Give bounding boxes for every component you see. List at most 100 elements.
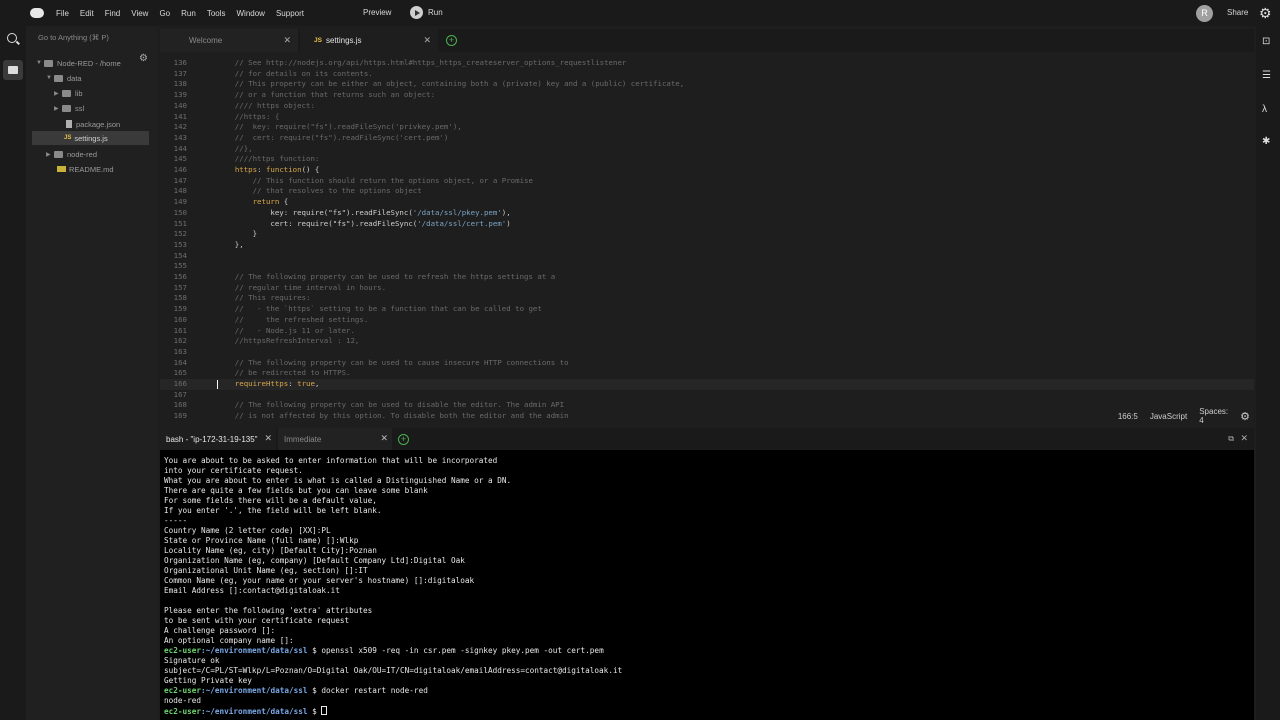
line-number: 144 <box>173 143 187 153</box>
prompt-user: ec2-user <box>164 707 202 716</box>
maximize-icon[interactable]: ⧉ <box>1228 434 1234 444</box>
terminal-output[interactable]: You are about to be asked to enter infor… <box>160 450 1254 720</box>
tab-bash[interactable]: bash - "ip-172-31-19-135" ✕ <box>160 428 276 450</box>
tree-item-readme[interactable]: README.md <box>57 162 114 176</box>
close-icon[interactable]: ✕ <box>264 433 272 444</box>
tree-item-settings-js[interactable]: JS settings.js <box>32 131 149 145</box>
preview-button[interactable]: Preview <box>363 8 391 17</box>
prompt-path: :~/environment/data/ssl <box>201 686 308 695</box>
new-terminal-plus-icon[interactable]: + <box>398 433 409 445</box>
close-icon[interactable]: ✕ <box>380 433 388 444</box>
code-text: // This property can be either an object… <box>217 79 685 89</box>
tree-item-node-red[interactable]: ▶ node-red <box>46 147 97 161</box>
code-text: // - Node.js 11 or later. <box>217 325 355 335</box>
folder-icon <box>44 59 53 67</box>
chevron-down-icon[interactable]: ▼ <box>46 75 54 81</box>
code-text: // that resolves to the options object <box>217 186 422 196</box>
tree-item-data[interactable]: ▼ data <box>46 71 82 85</box>
prompt-path: :~/environment/data/ssl <box>201 707 308 716</box>
terminal-output-line: Organizational Unit Name (eg, section) [… <box>164 566 368 575</box>
tree-label: package.json <box>76 119 121 129</box>
avatar[interactable]: R <box>1196 5 1213 22</box>
line-number: 147 <box>173 175 187 185</box>
line-number: 155 <box>173 261 187 271</box>
code-text: //}, <box>217 143 253 153</box>
line-number: 138 <box>173 79 187 89</box>
new-tab-plus-icon[interactable]: + <box>446 35 457 46</box>
run-button[interactable]: Run <box>410 6 443 19</box>
cursor-position[interactable]: 166:5 <box>1118 412 1138 421</box>
chevron-right-icon[interactable]: ▶ <box>54 90 62 97</box>
menu-go[interactable]: Go <box>159 9 170 18</box>
line-number: 168 <box>173 400 187 410</box>
settings-gear-icon[interactable]: ⚙ <box>1259 5 1272 22</box>
tree-label: Node-RED - /home <box>57 58 121 68</box>
goto-anything-input[interactable]: Go to Anything (⌘ P) <box>38 33 109 42</box>
close-icon[interactable]: ✕ <box>283 35 291 46</box>
editor-gear-icon[interactable]: ⚙ <box>1240 410 1250 423</box>
tree-item-node-red-root[interactable]: ▼ Node-RED - /home <box>36 56 121 70</box>
terminal-output-line: Common Name (eg, your name or your serve… <box>164 576 475 585</box>
left-rail <box>0 26 26 720</box>
cloud9-logo-icon[interactable] <box>30 8 44 18</box>
language-mode[interactable]: JavaScript <box>1150 412 1187 421</box>
text-cursor <box>217 380 218 389</box>
line-number: 150 <box>173 207 187 217</box>
chevron-right-icon[interactable]: ▶ <box>46 151 54 158</box>
menu-support[interactable]: Support <box>276 9 304 18</box>
terminal-output-line: For some fields there will be a default … <box>164 496 377 505</box>
line-number: 148 <box>173 186 187 196</box>
menu-run[interactable]: Run <box>181 9 196 18</box>
code-text: // be redirected to HTTPS. <box>217 368 351 378</box>
tree-label: lib <box>75 88 83 98</box>
menu-window[interactable]: Window <box>237 9 265 18</box>
tab-label: Immediate <box>284 434 322 444</box>
share-button[interactable]: Share <box>1227 8 1248 17</box>
debugger-icon[interactable]: ✱ <box>1262 136 1270 147</box>
tab-settings-js[interactable]: JS settings.js ✕ <box>300 29 438 52</box>
prompt-user: ec2-user <box>164 686 202 695</box>
environment-folder-icon[interactable] <box>3 60 23 80</box>
tab-immediate[interactable]: Immediate ✕ <box>278 428 392 450</box>
prompt-user: ec2-user <box>164 646 202 655</box>
tab-welcome[interactable]: Welcome ✕ <box>160 29 298 52</box>
outline-icon[interactable]: ☰ <box>1262 70 1271 81</box>
line-number: 149 <box>173 197 187 207</box>
terminal-output-line: ----- <box>164 516 188 525</box>
line-number: 141 <box>173 111 187 121</box>
editor-status-bar: 166:5 JavaScript Spaces: 4 ⚙ <box>1118 407 1250 425</box>
menu-view[interactable]: View <box>131 9 148 18</box>
menu-edit[interactable]: Edit <box>80 9 94 18</box>
terminal-output-line: There are quite a few fields but you can… <box>164 486 428 495</box>
line-number: 154 <box>173 250 187 260</box>
collaborate-icon[interactable]: ⊡ <box>1262 36 1270 47</box>
code-editor[interactable]: 166:5 JavaScript Spaces: 4 ⚙ 136 // See … <box>160 56 1254 425</box>
terminal-output-line: Please enter the following 'extra' attri… <box>164 606 373 615</box>
tree-settings-gear-icon[interactable]: ⚙ <box>139 53 148 64</box>
indent-setting[interactable]: Spaces: 4 <box>1199 407 1228 425</box>
chevron-right-icon[interactable]: ▶ <box>54 105 62 112</box>
ide-window: File Edit Find View Go Run Tools Window … <box>0 0 1280 720</box>
tree-item-package-json[interactable]: package.json <box>66 117 120 131</box>
menu-file[interactable]: File <box>56 9 69 18</box>
menu-find[interactable]: Find <box>105 9 121 18</box>
terminal-command-line: ec2-user:~/environment/data/ssl $ <box>164 706 328 716</box>
terminal-command-line: ec2-user:~/environment/data/ssl $ openss… <box>164 646 604 656</box>
close-panel-icon[interactable]: ✕ <box>1240 433 1248 444</box>
markdown-file-icon <box>57 166 66 172</box>
chevron-down-icon[interactable]: ▼ <box>36 60 44 66</box>
close-icon[interactable]: ✕ <box>423 35 431 46</box>
lambda-icon[interactable]: λ <box>1262 104 1267 115</box>
tree-item-ssl[interactable]: ▶ ssl <box>54 101 84 115</box>
code-text: // or a function that returns such an ob… <box>217 90 436 100</box>
tab-label: bash - "ip-172-31-19-135" <box>166 434 258 444</box>
tree-item-lib[interactable]: ▶ lib <box>54 86 83 100</box>
menu-tools[interactable]: Tools <box>207 9 226 18</box>
play-icon <box>410 6 423 19</box>
search-icon[interactable] <box>7 33 17 43</box>
code-text: // The following property can be used to… <box>217 272 556 281</box>
terminal-output-line: Signature ok <box>164 656 220 665</box>
terminal-output-line: Country Name (2 letter code) [XX]:PL <box>164 526 331 535</box>
tab-label: Welcome <box>189 36 223 45</box>
line-number: 164 <box>173 357 187 367</box>
